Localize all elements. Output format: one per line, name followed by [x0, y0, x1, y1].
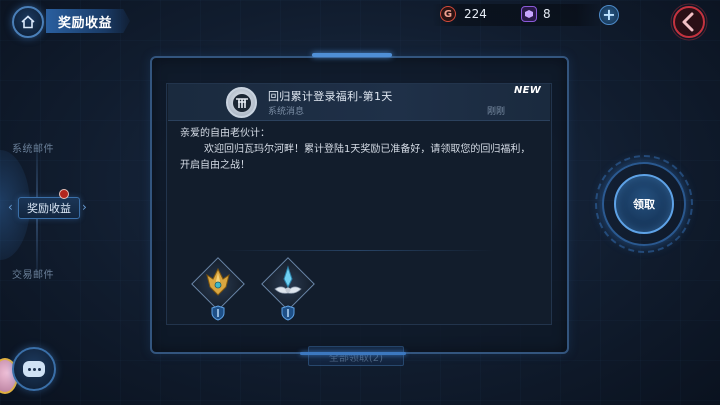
currency-bar: [432, 4, 602, 26]
home-icon: [21, 15, 35, 29]
claim-all-button[interactable]: 全部领取(2): [308, 346, 404, 366]
gem-amount: 8: [543, 7, 551, 21]
back-button[interactable]: [668, 3, 710, 41]
reward-item[interactable]: [191, 257, 245, 323]
add-currency-button[interactable]: +: [599, 5, 619, 25]
gold-amount: 224: [464, 7, 487, 21]
panel-top-accent: [312, 53, 392, 57]
page-title: 奖励收益: [46, 9, 130, 33]
chevron-left-icon: ‹: [8, 200, 13, 214]
home-button[interactable]: [12, 6, 44, 38]
chat-button[interactable]: [12, 347, 56, 391]
mail-time: 刚刚: [487, 107, 506, 117]
mail-sender: 系统消息: [268, 107, 305, 117]
chevron-left-icon: [670, 3, 708, 41]
shield-icon: [211, 305, 225, 321]
new-badge: NEW: [514, 85, 542, 96]
divider: [224, 250, 494, 251]
sidebar-item-rewards[interactable]: 奖励收益: [18, 197, 80, 219]
mail-greeting: 亲爱的自由老伙计：: [180, 128, 270, 139]
chevron-right-icon: ›: [82, 200, 87, 214]
mail-title: 回归累计登录福利-第1天: [268, 90, 393, 103]
mail-body: 亲爱的自由老伙计： 欢迎回归瓦玛尔河畔！累计登陆1天奖励已准备好，请领取您的回归…: [180, 126, 540, 174]
gold-coin-icon: G: [440, 6, 456, 22]
notification-dot: [59, 189, 69, 199]
sidebar-item-system-mail[interactable]: 系统邮件: [12, 140, 54, 155]
sidebar-item-trade-mail[interactable]: 交易邮件: [12, 266, 54, 281]
shield-icon: [281, 305, 295, 321]
golden-trident-icon: [206, 267, 230, 296]
chat-bubble-icon: [23, 361, 45, 377]
mail-message: 欢迎回归瓦玛尔河畔！累计登陆1天奖励已准备好，请领取您的回归福利，开启自由之战！: [180, 144, 531, 171]
reward-item[interactable]: [261, 257, 315, 323]
claim-button[interactable]: 领取: [614, 174, 674, 234]
gem-cube-icon: [521, 6, 537, 22]
crystal-wing-icon: [274, 265, 302, 294]
panel-bottom-accent: [300, 352, 406, 355]
system-emblem-icon: [226, 87, 257, 118]
